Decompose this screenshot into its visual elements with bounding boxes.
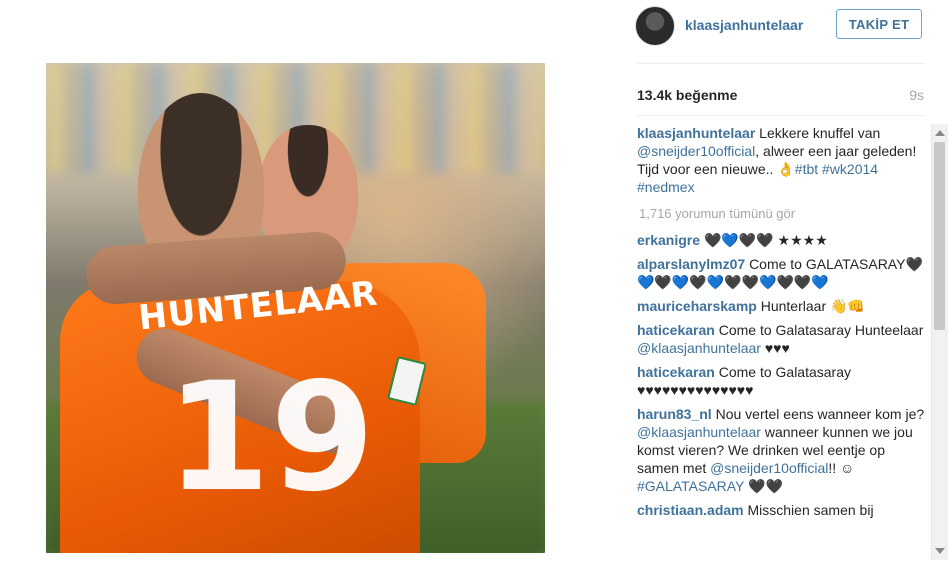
comment-text: ♥♥♥ — [760, 340, 790, 356]
avatar[interactable] — [635, 6, 675, 46]
mention-link[interactable]: @sneijder10official — [637, 143, 755, 159]
list-item: haticekaran Come to Galatasaray Hunteela… — [637, 321, 925, 357]
comment-text: Come to Galatasaray Hunteelaar — [718, 322, 924, 338]
jersey-number: 19 — [166, 351, 375, 525]
mention-link[interactable]: @sneijder10official — [710, 460, 828, 476]
scroll-up-arrow-icon[interactable] — [935, 130, 945, 136]
comment-text: !! ☺ — [828, 460, 855, 476]
comments-list: klaasjanhuntelaar Lekkere knuffel van @s… — [637, 124, 925, 564]
comment-text: Nou vertel eens wanneer kom je? — [715, 406, 925, 422]
scroll-thumb[interactable] — [934, 142, 945, 330]
post-sidebar: klaasjanhuntelaar TAKİP ET 13.4k beğenme… — [617, 0, 949, 574]
scroll-down-arrow-icon[interactable] — [935, 548, 945, 554]
list-item: mauriceharskamp Hunterlaar 👋👊 — [637, 297, 925, 315]
likes-count[interactable]: 13.4k beğenme — [637, 87, 737, 103]
list-item: erkanigre 🖤💙🖤🖤 ★★★★ — [637, 231, 925, 249]
divider — [637, 63, 925, 64]
comment-text: Misschien samen bij — [747, 502, 874, 518]
hashtag-link[interactable]: #nedmex — [637, 179, 695, 195]
post-time: 9s — [909, 87, 924, 103]
comment-text: 🖤🖤 — [744, 478, 783, 494]
caption: klaasjanhuntelaar Lekkere knuffel van @s… — [637, 124, 925, 196]
follow-button[interactable]: TAKİP ET — [836, 9, 922, 39]
comment-user[interactable]: erkanigre — [637, 232, 700, 248]
username-link[interactable]: klaasjanhuntelaar — [685, 17, 803, 33]
list-item: haticekaran Come to Galatasaray ♥♥♥♥♥♥♥♥… — [637, 363, 925, 399]
comment-user[interactable]: mauriceharskamp — [637, 298, 757, 314]
post-photo[interactable]: HUNTELAAR 19 — [46, 63, 545, 553]
list-item: harun83_nl Nou vertel eens wanneer kom j… — [637, 405, 925, 495]
divider — [637, 115, 925, 116]
mention-link[interactable]: @klaasjanhuntelaar — [637, 424, 761, 440]
view-all-comments-link[interactable]: 1,716 yorumun tümünü gör — [639, 205, 925, 223]
comment-user[interactable]: harun83_nl — [637, 406, 712, 422]
comments-scrollbar[interactable] — [931, 124, 948, 560]
mention-link[interactable]: @klaasjanhuntelaar — [637, 340, 761, 356]
caption-text: Lekkere knuffel van — [759, 125, 881, 141]
comment-user[interactable]: alparslanylmz07 — [637, 256, 745, 272]
hashtag-link[interactable]: #tbt — [795, 161, 818, 177]
list-item: alparslanylmz07 Come to GALATASARAY🖤💙🖤💙🖤… — [637, 255, 925, 291]
hashtag-link[interactable]: #GALATASARAY — [637, 478, 744, 494]
comment-user[interactable]: christiaan.adam — [637, 502, 744, 518]
hashtag-link[interactable]: #wk2014 — [822, 161, 878, 177]
comment-text: 🖤💙🖤🖤 ★★★★ — [703, 232, 828, 248]
comment-text: Hunterlaar 👋👊 — [760, 298, 865, 314]
comment-user[interactable]: klaasjanhuntelaar — [637, 125, 755, 141]
comment-user[interactable]: haticekaran — [637, 322, 715, 338]
comment-user[interactable]: haticekaran — [637, 364, 715, 380]
post-header: klaasjanhuntelaar TAKİP ET — [617, 0, 949, 52]
list-item: christiaan.adam Misschien samen bij — [637, 501, 925, 519]
